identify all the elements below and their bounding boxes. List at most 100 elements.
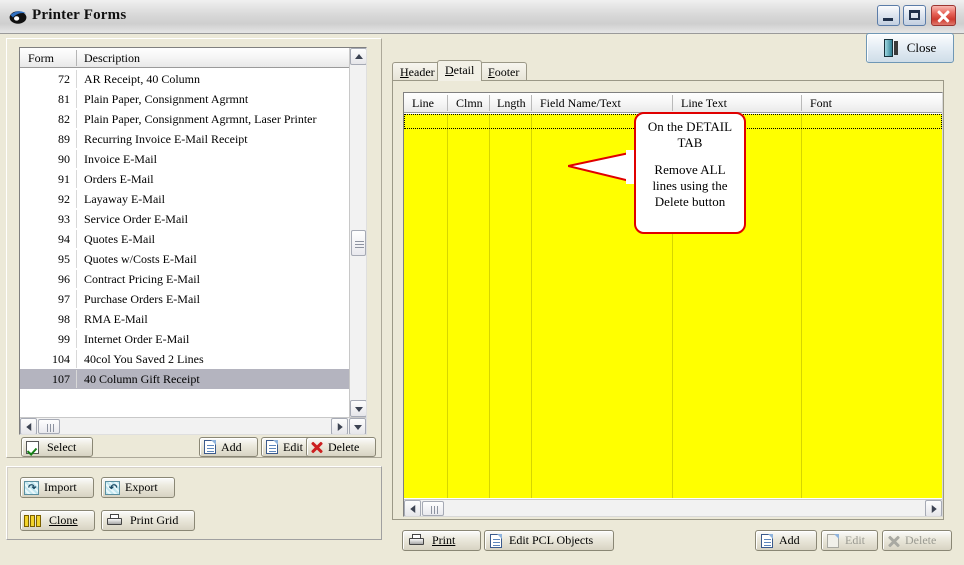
scroll-down-button[interactable] <box>350 400 366 417</box>
export-button[interactable]: ↶ Export <box>101 477 175 498</box>
list-item-description: Quotes w/Costs E-Mail <box>84 252 197 266</box>
scroll-right-button[interactable] <box>331 418 348 434</box>
list-item[interactable]: 72 AR Receipt, 40 Column <box>20 69 349 89</box>
print-grid-button[interactable]: Print Grid <box>101 510 195 531</box>
list-item[interactable]: 89 Recurring Invoice E-Mail Receipt <box>20 129 349 149</box>
vertical-scroll-thumb[interactable] <box>351 230 366 256</box>
list-item-form-number: 98 <box>58 312 70 326</box>
maximize-button[interactable] <box>903 5 926 26</box>
column-header-lngth: Lngth <box>497 96 526 110</box>
list-item-form-number: 90 <box>58 152 70 166</box>
document-edit-icon-disabled <box>827 533 839 548</box>
list-item[interactable]: 95 Quotes w/Costs E-Mail <box>20 249 349 269</box>
list-item-divider <box>76 330 77 348</box>
print-button[interactable]: Print <box>402 530 481 551</box>
edit-pcl-objects-button[interactable]: Edit PCL Objects <box>484 530 614 551</box>
list-item-description: RMA E-Mail <box>84 312 148 326</box>
list-item-divider <box>76 270 77 288</box>
delete-line-button: Delete <box>882 530 952 551</box>
form-list-horizontal-scrollbar[interactable] <box>20 417 366 434</box>
list-item-form-number: 97 <box>58 292 70 306</box>
list-item-divider <box>76 250 77 268</box>
tab-header[interactable]: Header <box>392 62 443 81</box>
add-line-button[interactable]: Add <box>755 530 817 551</box>
window-title: Printer Forms <box>32 7 127 23</box>
import-icon: ↷ <box>24 480 39 495</box>
close-button[interactable]: Close <box>866 33 954 63</box>
clone-button[interactable]: Clone <box>20 510 95 531</box>
tab-detail-label: etail <box>453 63 475 77</box>
callout-bubble: On the DETAIL TAB Remove ALL lines using… <box>634 112 746 234</box>
list-item-form-number: 99 <box>58 332 70 346</box>
grid-scroll-right-button[interactable] <box>925 500 942 516</box>
edit-form-button-label: Edit <box>283 439 303 454</box>
import-button[interactable]: ↷ Import <box>20 477 94 498</box>
print-grid-button-label: Print Grid <box>130 513 179 527</box>
list-item-divider <box>76 210 77 228</box>
list-item[interactable]: 98 RMA E-Mail <box>20 309 349 329</box>
column-header-field-name: Field Name/Text <box>540 96 621 110</box>
list-item-divider <box>76 370 77 388</box>
list-item[interactable]: 82 Plain Paper, Consignment Agrmnt, Laser… <box>20 109 349 129</box>
list-item-divider <box>76 290 77 308</box>
tab-footer-label: ooter <box>494 65 520 79</box>
list-item[interactable]: 81 Plain Paper, Consignment Agrmnt <box>20 89 349 109</box>
list-item-form-number: 93 <box>58 212 70 226</box>
people-clone-icon <box>24 514 44 528</box>
scroll-down-corner-button[interactable] <box>349 418 366 434</box>
scroll-left-button[interactable] <box>20 418 37 434</box>
form-list-body[interactable]: 72 AR Receipt, 40 Column 81 Plain Paper, Co… <box>20 69 349 416</box>
chevron-right-icon <box>931 504 937 513</box>
list-item[interactable]: 94 Quotes E-Mail <box>20 229 349 249</box>
list-item-description: Contract Pricing E-Mail <box>84 272 200 286</box>
edit-line-button: Edit <box>821 530 878 551</box>
exit-door-icon <box>883 39 899 57</box>
close-button-label: Close <box>906 40 937 55</box>
list-item[interactable]: 107 40 Column Gift Receipt <box>20 369 349 389</box>
select-button[interactable]: Select <box>21 437 93 457</box>
header-divider <box>76 50 77 66</box>
app-swoosh-icon <box>9 11 27 24</box>
title-bar: Printer Forms <box>0 0 964 34</box>
chevron-left-icon <box>409 504 415 513</box>
list-item-form-number: 81 <box>58 92 70 106</box>
column-header-font: Font <box>810 96 833 110</box>
grid-horizontal-scroll-thumb[interactable] <box>422 501 444 516</box>
list-item[interactable]: 97 Purchase Orders E-Mail <box>20 289 349 309</box>
window-close-button[interactable] <box>931 5 956 26</box>
add-form-button-label: Add <box>221 439 242 454</box>
horizontal-scroll-thumb[interactable] <box>38 419 60 434</box>
minimize-button[interactable] <box>877 5 900 26</box>
tab-detail[interactable]: Detail <box>437 60 483 81</box>
form-list[interactable]: Form Description 72 AR Receipt, 40 Column… <box>19 47 367 435</box>
chevron-right-icon <box>337 422 343 431</box>
add-form-button[interactable]: Add <box>199 437 258 457</box>
column-header-line-text: Line Text <box>681 96 727 110</box>
list-item-form-number: 89 <box>58 132 70 146</box>
form-list-vertical-scrollbar[interactable] <box>349 48 366 417</box>
list-item[interactable]: 96 Contract Pricing E-Mail <box>20 269 349 289</box>
list-item[interactable]: 90 Invoice E-Mail <box>20 149 349 169</box>
tab-footer-mnemonic: F <box>488 65 495 79</box>
list-item-description: 40col You Saved 2 Lines <box>84 352 204 366</box>
printer-icon <box>106 513 124 528</box>
tab-footer[interactable]: Footer <box>480 62 528 81</box>
list-item-divider <box>76 150 77 168</box>
grid-scroll-left-button[interactable] <box>404 500 421 516</box>
list-item-description: Internet Order E-Mail <box>84 332 190 346</box>
select-button-label: Select <box>47 439 77 454</box>
delete-x-icon <box>310 440 324 454</box>
list-item[interactable]: 99 Internet Order E-Mail <box>20 329 349 349</box>
list-item-divider <box>76 90 77 108</box>
list-item-divider <box>76 110 77 128</box>
chevron-up-icon <box>354 53 363 59</box>
scroll-up-button[interactable] <box>350 48 366 65</box>
list-item[interactable]: 104 40col You Saved 2 Lines <box>20 349 349 369</box>
list-item[interactable]: 92 Layaway E-Mail <box>20 189 349 209</box>
list-item[interactable]: 93 Service Order E-Mail <box>20 209 349 229</box>
callout-line-3: Remove ALL <box>654 162 726 177</box>
delete-form-button[interactable]: Delete <box>306 437 376 457</box>
list-item[interactable]: 91 Orders E-Mail <box>20 169 349 189</box>
detail-grid-horizontal-scrollbar[interactable] <box>404 499 942 516</box>
list-item-form-number: 72 <box>58 72 70 86</box>
